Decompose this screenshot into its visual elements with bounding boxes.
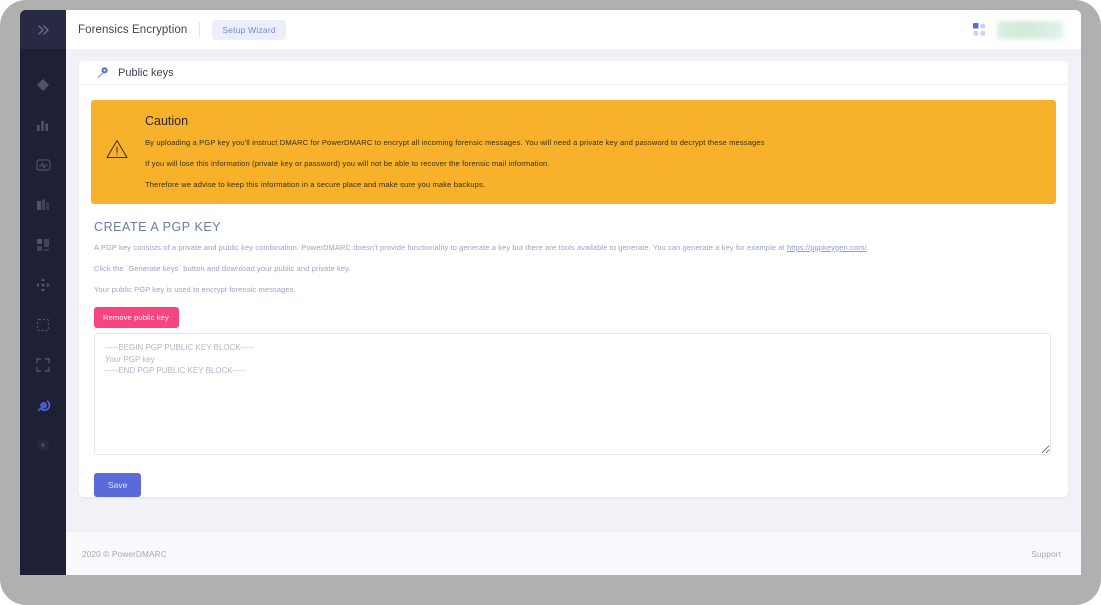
- caution-title: Caution: [145, 114, 189, 129]
- public-key-textarea[interactable]: [94, 333, 1051, 455]
- sidebar-item-dashed-square-icon[interactable]: [30, 313, 56, 337]
- topbar-divider: [199, 21, 201, 38]
- topbar-right-group: [973, 20, 1063, 39]
- topbar: Forensics Encryption Setup Wizard: [66, 10, 1081, 49]
- caution-banner: Caution By uploading a PGP key you'll in…: [91, 100, 1056, 204]
- sidebar-item-books-icon[interactable]: [30, 193, 56, 217]
- pgp-description-line-1: A PGP key consists of a private and publ…: [94, 243, 1056, 253]
- sidebar-item-activity-pulse-icon[interactable]: [30, 153, 56, 177]
- app-window: Forensics Encryption Setup Wizard Public…: [20, 10, 1081, 575]
- save-row: Save: [94, 455, 1056, 497]
- content-area: Public keys Caution By uploading a PGP k…: [66, 49, 1081, 531]
- key-icon: [96, 66, 109, 79]
- footer: 2020 © PowerDMARC Support: [66, 531, 1081, 575]
- pgp-desc-text-after: .: [866, 242, 869, 252]
- caution-line-1: By uploading a PGP key you'll instruct D…: [145, 138, 765, 148]
- sidebar-item-bar-chart-icon[interactable]: [30, 113, 56, 137]
- sidebar-item-key-globe-icon[interactable]: [30, 393, 56, 417]
- pgpkeygen-link[interactable]: https://pgpkeygen.com/: [787, 243, 867, 252]
- main-column: Forensics Encryption Setup Wizard Public…: [66, 10, 1081, 575]
- caution-line-2: If you will lose this information (priva…: [145, 158, 550, 168]
- warning-triangle-icon: [105, 138, 131, 165]
- setup-wizard-button[interactable]: Setup Wizard: [212, 19, 286, 40]
- sidebar-item-fullscreen-icon[interactable]: [30, 353, 56, 377]
- create-pgp-key-section: CREATE A PGP KEY A PGP key consists of a…: [91, 204, 1056, 497]
- public-keys-card: Public keys Caution By uploading a PGP k…: [79, 61, 1068, 497]
- page-title: Forensics Encryption: [78, 23, 188, 36]
- pgp-description-line-2: Click the `Generate keys` button and dow…: [94, 263, 351, 273]
- grid-apps-icon[interactable]: [973, 22, 987, 37]
- user-account-menu[interactable]: [997, 20, 1063, 39]
- caution-text-group: Caution By uploading a PGP key you'll in…: [145, 114, 1040, 190]
- sidebar-expand-button[interactable]: [20, 10, 66, 49]
- pgp-description-line-3: Your public PGP key is used to encrypt f…: [94, 284, 296, 294]
- footer-copyright: 2020 © PowerDMARC: [82, 548, 167, 559]
- chevron-double-right-icon: [30, 18, 56, 42]
- footer-support-link[interactable]: Support: [1031, 549, 1061, 559]
- sidebar-item-bolt-circle-icon[interactable]: [30, 433, 56, 457]
- save-button[interactable]: Save: [94, 473, 142, 497]
- remove-public-key-button[interactable]: Remove public key: [94, 307, 179, 328]
- pgp-desc-text-before: A PGP key consists of a private and publ…: [94, 242, 787, 252]
- section-heading: CREATE A PGP KEY: [94, 219, 222, 234]
- sidebar-item-move-arrows-icon[interactable]: [30, 273, 56, 297]
- caution-line-3: Therefore we advise to keep this informa…: [145, 179, 486, 189]
- sidebar-item-list: [20, 49, 66, 457]
- sidebar-item-layout-blocks-icon[interactable]: [30, 233, 56, 257]
- tab-public-keys[interactable]: Public keys: [118, 67, 174, 79]
- app-root: Forensics Encryption Setup Wizard Public…: [0, 0, 1101, 605]
- card-header: Public keys: [79, 61, 1068, 86]
- sidebar-item-diamond-icon[interactable]: [30, 73, 56, 97]
- sidebar: [20, 10, 66, 575]
- card-body: Caution By uploading a PGP key you'll in…: [79, 85, 1068, 497]
